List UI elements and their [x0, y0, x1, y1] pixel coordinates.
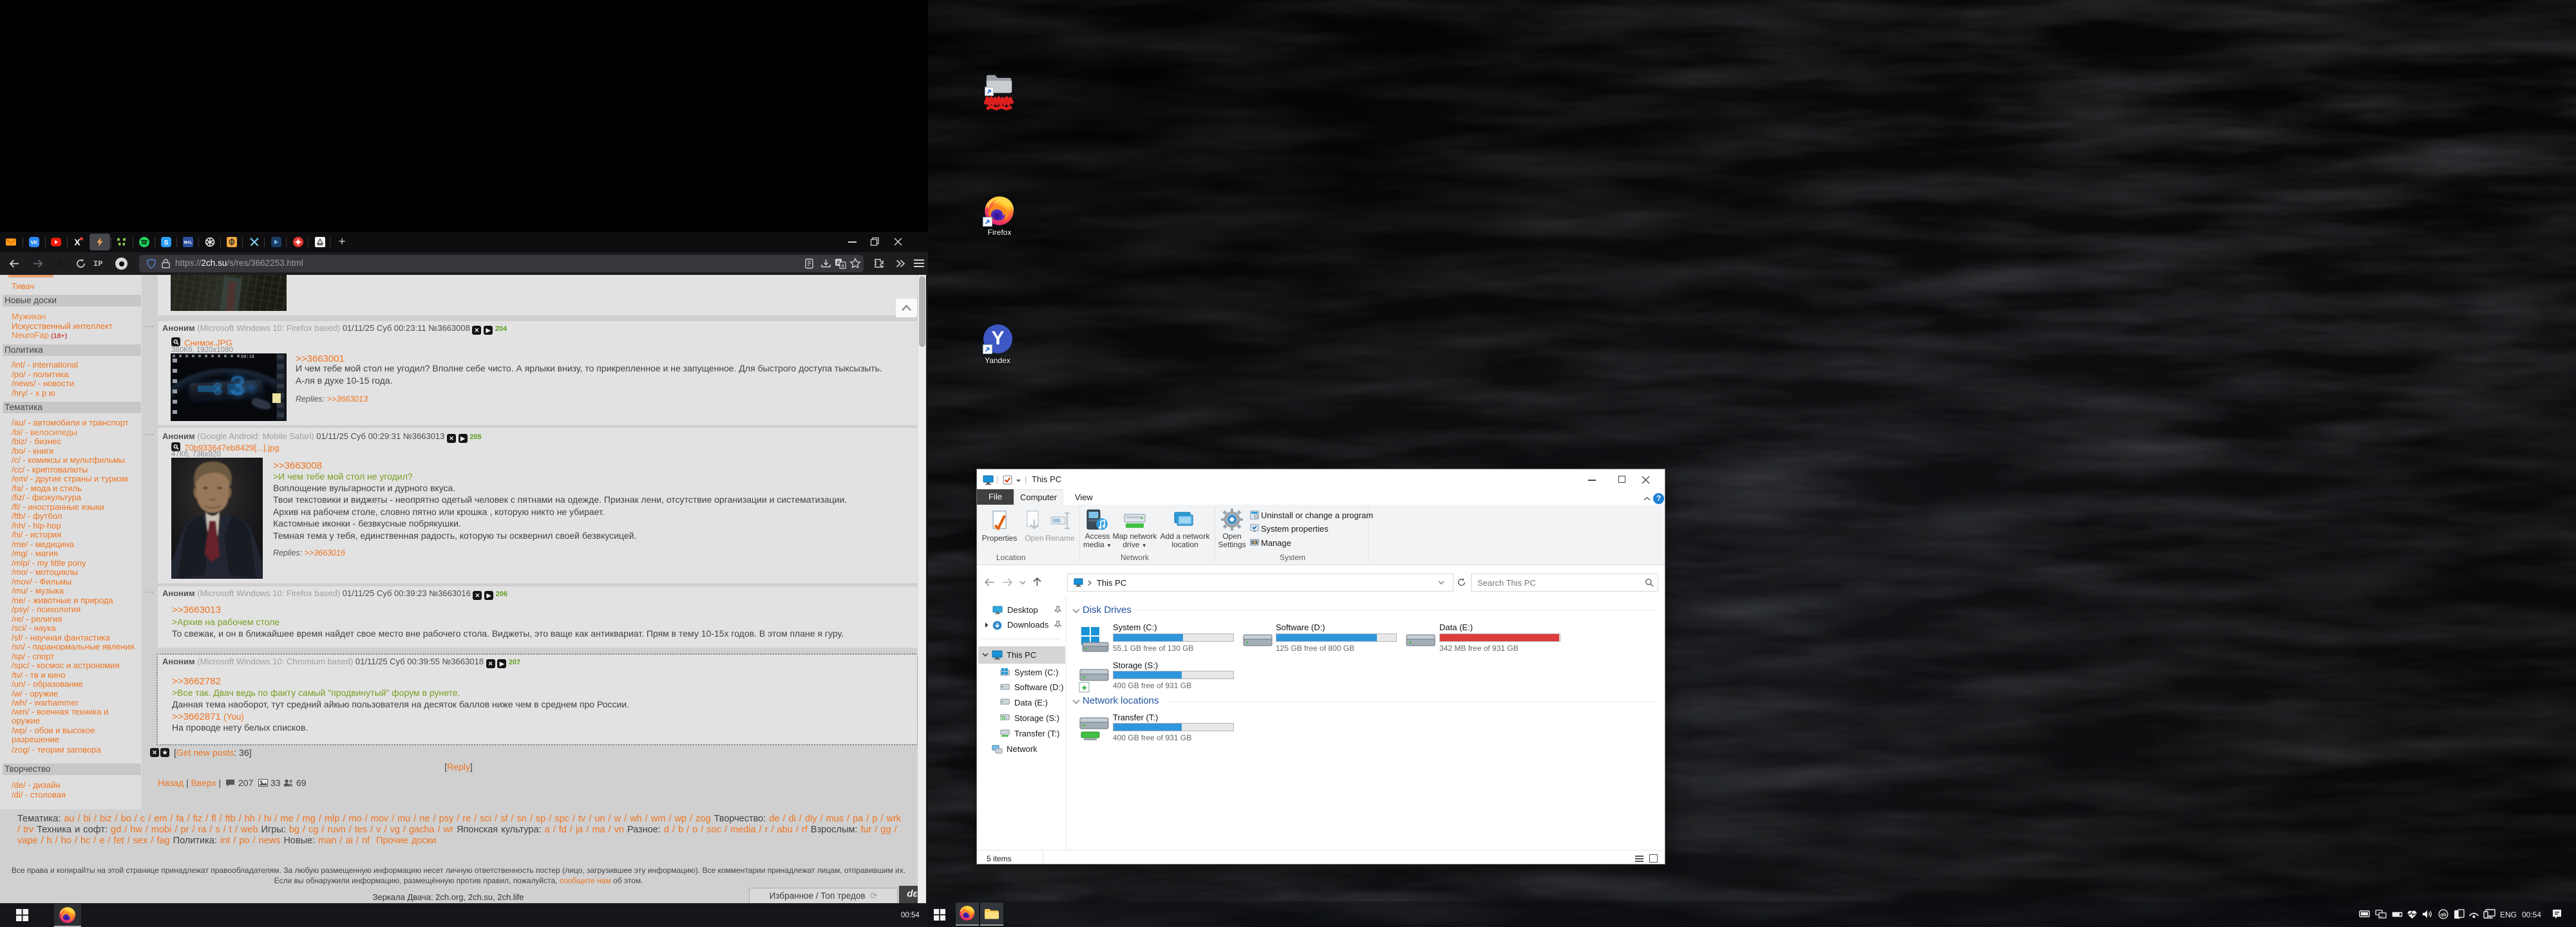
svg-text:X: X [74, 237, 80, 247]
svg-text:qb: qb [2440, 912, 2447, 917]
svg-text:VK: VK [30, 240, 37, 246]
svg-text:MAL: MAL [184, 241, 192, 245]
svg-text:S: S [164, 239, 168, 247]
svg-text:a: a [841, 263, 844, 268]
